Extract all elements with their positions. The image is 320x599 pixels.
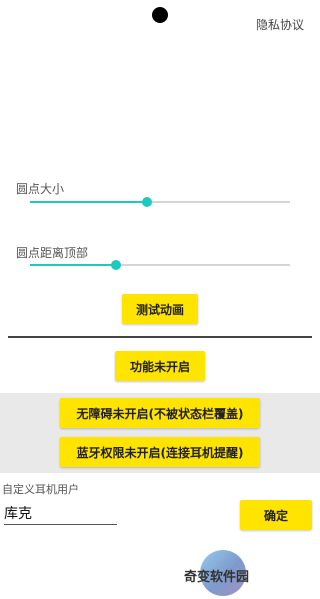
watermark-text: 奇变软件园 <box>184 570 250 585</box>
dot-top-distance-slider[interactable] <box>30 259 290 271</box>
section-divider <box>8 336 312 338</box>
notification-dot-preview <box>152 7 168 23</box>
custom-earphone-user-label: 自定义耳机用户 <box>2 483 79 496</box>
earphone-username-input[interactable]: 库克 <box>4 505 117 525</box>
slider-thumb[interactable] <box>142 197 152 207</box>
slider-fill <box>30 201 147 203</box>
slider-fill <box>30 264 116 266</box>
watermark-logo: 奇变软件园 <box>180 550 290 596</box>
accessibility-permission-button[interactable]: 无障碍未开启(不被状态栏覆盖) <box>60 398 260 428</box>
feature-status-button[interactable]: 功能未开启 <box>115 351 205 381</box>
privacy-policy-link[interactable]: 隐私协议 <box>256 16 304 33</box>
confirm-button[interactable]: 确定 <box>240 500 312 530</box>
test-animation-button[interactable]: 测试动画 <box>122 294 198 324</box>
slider-thumb[interactable] <box>110 260 121 270</box>
dot-size-slider[interactable] <box>30 196 290 208</box>
bluetooth-permission-button[interactable]: 蓝牙权限未开启(连接耳机提醒) <box>60 437 260 467</box>
dot-size-label: 圆点大小 <box>16 182 65 196</box>
